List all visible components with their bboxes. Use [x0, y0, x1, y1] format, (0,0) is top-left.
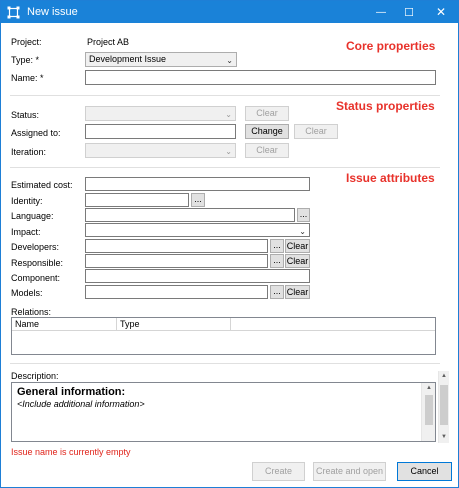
developers-label: Developers:	[11, 242, 60, 252]
type-select-value: Development Issue	[89, 54, 167, 64]
type-select[interactable]: Development Issue ⌄	[85, 52, 237, 67]
minimize-button[interactable]: —	[366, 1, 396, 23]
name-field[interactable]	[85, 70, 436, 85]
project-value: Project AB	[87, 37, 130, 47]
create-and-open-button[interactable]: Create and open	[313, 462, 386, 481]
relations-table[interactable]: Name Type	[11, 317, 436, 355]
issue-icon	[7, 6, 20, 19]
divider	[10, 363, 440, 364]
cancel-button[interactable]: Cancel	[397, 462, 452, 481]
developers-field[interactable]	[85, 239, 268, 253]
estimated-cost-field[interactable]	[85, 177, 310, 191]
models-clear-button[interactable]: Clear	[285, 285, 310, 299]
assigned-to-label: Assigned to:	[11, 128, 61, 138]
status-label: Status:	[11, 110, 40, 120]
scrollbar-thumb[interactable]	[440, 385, 448, 425]
project-label: Project:	[11, 37, 42, 47]
divider	[10, 167, 440, 168]
section-title-attributes: Issue attributes	[346, 171, 435, 185]
type-label: Type: *	[11, 55, 40, 65]
name-label: Name: *	[11, 73, 44, 83]
scroll-up-icon[interactable]: ▲	[439, 371, 449, 381]
iteration-label: Iteration:	[11, 147, 47, 157]
identity-label: Identity:	[11, 196, 43, 206]
language-field[interactable]	[85, 208, 295, 222]
window-title: New issue	[27, 6, 78, 18]
create-button[interactable]: Create	[252, 462, 305, 481]
assigned-clear-button[interactable]: Clear	[294, 124, 338, 139]
relations-label: Relations:	[11, 307, 52, 317]
impact-label: Impact:	[11, 227, 41, 237]
maximize-button[interactable]: ☐	[394, 1, 424, 23]
identity-field[interactable]	[85, 193, 189, 207]
iteration-clear-button[interactable]: Clear	[245, 143, 289, 158]
description-editor[interactable]: General information: <Include additional…	[11, 382, 436, 442]
close-button[interactable]: ✕	[426, 1, 456, 23]
developers-clear-button[interactable]: Clear	[285, 239, 310, 253]
responsible-label: Responsible:	[11, 258, 64, 268]
relations-column-header	[231, 318, 435, 331]
minimize-icon: —	[376, 6, 386, 18]
status-clear-button[interactable]: Clear	[245, 106, 289, 121]
assigned-change-button[interactable]: Change	[245, 124, 289, 139]
component-label: Component:	[11, 273, 61, 283]
validation-message: Issue name is currently empty	[11, 447, 131, 457]
description-heading: General information:	[17, 386, 126, 398]
responsible-browse-button[interactable]: ...	[270, 254, 284, 268]
section-title-status: Status properties	[336, 99, 435, 113]
iteration-select[interactable]: ⌄	[85, 143, 236, 158]
models-browse-button[interactable]: ...	[270, 285, 284, 299]
chevron-down-icon: ⌄	[299, 227, 306, 236]
status-select[interactable]: ⌄	[85, 106, 236, 121]
section-title-core: Core properties	[346, 39, 436, 53]
description-scrollbar[interactable]: ▲	[421, 383, 435, 441]
language-label: Language:	[11, 211, 54, 221]
scroll-up-icon[interactable]: ▲	[424, 383, 434, 393]
relations-column-header[interactable]: Name	[12, 318, 117, 331]
assigned-to-field[interactable]	[85, 124, 236, 139]
models-label: Models:	[11, 288, 43, 298]
chevron-down-icon: ⌄	[226, 56, 233, 65]
responsible-clear-button[interactable]: Clear	[285, 254, 310, 268]
chevron-down-icon: ⌄	[225, 147, 232, 156]
title-bar[interactable]: New issue — ☐ ✕	[1, 1, 458, 23]
chevron-down-icon: ⌄	[225, 110, 232, 119]
scrollbar-thumb[interactable]	[425, 395, 433, 425]
impact-select[interactable]: ⌄	[85, 223, 310, 237]
scroll-down-icon[interactable]: ▼	[439, 432, 449, 442]
maximize-icon: ☐	[404, 6, 414, 19]
relations-column-header[interactable]: Type	[117, 318, 231, 331]
identity-browse-button[interactable]: ...	[191, 193, 205, 207]
close-icon: ✕	[435, 5, 447, 19]
language-browse-button[interactable]: ...	[297, 208, 310, 222]
description-placeholder: <Include additional information>	[17, 399, 145, 409]
responsible-field[interactable]	[85, 254, 268, 268]
component-field[interactable]	[85, 269, 310, 283]
dialog-scrollbar[interactable]: ▲ ▼	[438, 371, 449, 443]
models-field[interactable]	[85, 285, 268, 299]
developers-browse-button[interactable]: ...	[270, 239, 284, 253]
estimated-cost-label: Estimated cost:	[11, 180, 73, 190]
new-issue-dialog: New issue — ☐ ✕ Core properties Project:…	[0, 0, 459, 488]
divider	[10, 95, 440, 96]
description-label: Description:	[11, 371, 59, 381]
